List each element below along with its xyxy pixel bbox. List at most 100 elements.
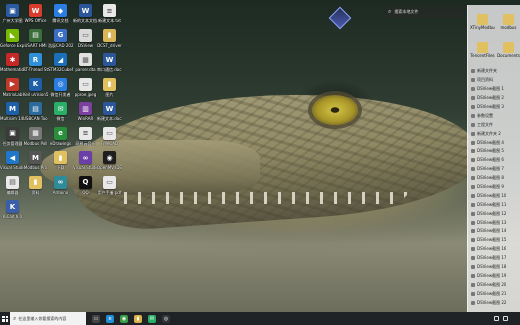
app-icon: M: [29, 151, 42, 164]
list-item[interactable]: DSView截图 9: [471, 183, 520, 192]
start-button[interactable]: [0, 312, 10, 325]
app-icon: M: [6, 102, 19, 115]
list-item[interactable]: DSView截图 17: [471, 254, 520, 263]
file-icon: [471, 211, 475, 216]
cube-app-icon[interactable]: [328, 6, 352, 30]
app-icon: ◆: [54, 4, 67, 17]
system-tray: [494, 316, 520, 321]
desktop-icon-label: Visual Studio Code: [0, 165, 25, 170]
file-icon: [471, 149, 475, 154]
right-panel-folder[interactable]: TencentFiles: [470, 39, 495, 69]
desktop-icon-label: Mathematica: [0, 67, 25, 72]
desktop-icon[interactable]: Q QQ: [73, 174, 98, 204]
desktop-icon-label: WinRAR: [77, 116, 94, 121]
folder-icon[interactable]: ▮: [134, 314, 142, 323]
list-item[interactable]: DSView截图 12: [471, 209, 520, 218]
file-icon: [471, 176, 475, 181]
list-item-label: 参数设置: [477, 112, 493, 118]
list-item[interactable]: DSView截图 5: [471, 147, 520, 156]
file-icon: [471, 247, 475, 252]
desktop-icon[interactable]: ▭ 用户手册.pdf: [97, 174, 122, 204]
list-item[interactable]: 参数设置: [471, 111, 520, 120]
app-icon: ▤: [29, 28, 42, 42]
file-icon: [471, 96, 475, 101]
list-item[interactable]: 新建文件夹 2: [471, 129, 520, 138]
list-item[interactable]: DSView截图 6: [471, 156, 520, 165]
app-icon: ▮: [29, 175, 42, 189]
taskbar-search[interactable]: ⌕ 在这里输入你要搜索的内容: [10, 312, 86, 325]
file-icon: [471, 140, 475, 145]
list-item[interactable]: DSView截图 4: [471, 138, 520, 147]
desktop-icon-label: DCST_driver: [97, 42, 122, 48]
list-item[interactable]: DSView截图 19: [471, 271, 520, 280]
right-panel-folder[interactable]: XTinyModbus: [470, 11, 495, 41]
app-icon: K: [29, 77, 42, 91]
file-icon: [471, 105, 475, 109]
right-panel-folder[interactable]: Documents: [496, 39, 520, 69]
desktop-icon-label: KiCad 6.0: [2, 214, 23, 219]
list-item[interactable]: DSView截图 1: [471, 85, 520, 94]
list-item[interactable]: DSView截图 22: [471, 298, 520, 307]
desktop-icon-label: 微信: [56, 116, 65, 121]
desktop-icon-label: Multisim 14.0: [0, 116, 25, 121]
desktop-icon-label: 图片: [105, 91, 114, 97]
app-icon: ≡: [79, 126, 92, 140]
right-panel-folder-label: modbus: [500, 25, 517, 30]
file-icon: [471, 282, 475, 287]
file-icon: [471, 87, 475, 92]
file-icon: [471, 291, 475, 296]
list-item-label: DSView截图 4: [477, 139, 504, 145]
file-icon: [471, 256, 475, 261]
app-icon: ∞: [79, 151, 92, 164]
list-item[interactable]: DSView截图 7: [471, 165, 520, 174]
list-item-label: DSView截图 2: [477, 95, 504, 101]
list-item-label: DSView截图 13: [477, 219, 507, 225]
volume-icon[interactable]: [503, 316, 508, 321]
app-icon: ✱: [6, 53, 19, 66]
list-item[interactable]: DSView截图 14: [471, 227, 520, 236]
desktop-icon-label: USBCAN Tool: [23, 116, 48, 121]
list-item[interactable]: DSView截图 21: [471, 289, 520, 298]
list-item[interactable]: DSView截图 2: [471, 94, 520, 103]
app-icon: ▣: [6, 4, 19, 17]
desktop-icon-label: OpenMV IDE: [97, 165, 122, 170]
desktop-icon-label: 用户手册.pdf: [97, 189, 122, 195]
app-icon: ▥: [79, 102, 92, 115]
right-panel-folder[interactable]: modbus: [496, 11, 520, 41]
list-item[interactable]: DSView截图 13: [471, 218, 520, 227]
file-icon: [471, 300, 475, 305]
list-item[interactable]: DSView截图 3: [471, 103, 520, 112]
list-item[interactable]: DSView截图 8: [471, 174, 520, 183]
list-item[interactable]: DSView截图 10: [471, 191, 520, 200]
wechat-icon[interactable]: ✉: [148, 314, 156, 323]
desktop-icon-label: eDrawings: [49, 140, 72, 146]
edge-icon[interactable]: e: [106, 314, 114, 323]
desktop-icon-label: 网易云音乐: [75, 140, 96, 146]
list-item-label: DSView截图 16: [477, 246, 507, 252]
desktop-search-box[interactable]: ⌕ 搜索本地文件: [385, 5, 463, 18]
chrome-icon[interactable]: ◉: [120, 314, 128, 323]
list-item-label: DSView截图 15: [477, 237, 507, 243]
list-item[interactable]: DSView截图 15: [471, 236, 520, 245]
right-panel-folder-label: Documents: [497, 53, 520, 58]
app-icon: ▭: [79, 77, 92, 91]
list-item[interactable]: DSView截图 11: [471, 200, 520, 209]
desktop-icon[interactable]: ▮ 资料: [23, 174, 48, 204]
list-item[interactable]: DSView截图 20: [471, 280, 520, 289]
network-icon[interactable]: [494, 316, 499, 321]
list-item[interactable]: DSView截图 16: [471, 245, 520, 254]
desktop-icon-label: parser.dta: [75, 67, 96, 72]
desktop-icon-label: Visual Studio: [73, 165, 98, 170]
list-item[interactable]: 工程文件: [471, 120, 520, 129]
task-view-icon[interactable]: ▭: [92, 314, 100, 323]
list-item[interactable]: 项目资料: [471, 76, 520, 85]
list-item[interactable]: DSView截图 18: [471, 263, 520, 272]
list-item-label: DSView截图 12: [477, 210, 507, 216]
list-item-label: DSView截图 14: [477, 228, 507, 234]
desktop-icon-label: 新建文本.docx: [97, 116, 122, 121]
list-item[interactable]: 新建文件夹: [471, 67, 520, 76]
file-icon: [471, 158, 475, 163]
desktop-icon[interactable]: K KiCad 6.0: [0, 198, 25, 228]
obs-icon[interactable]: ◎: [162, 314, 170, 323]
desktop-icon[interactable]: ∞ Arduino: [48, 174, 73, 204]
